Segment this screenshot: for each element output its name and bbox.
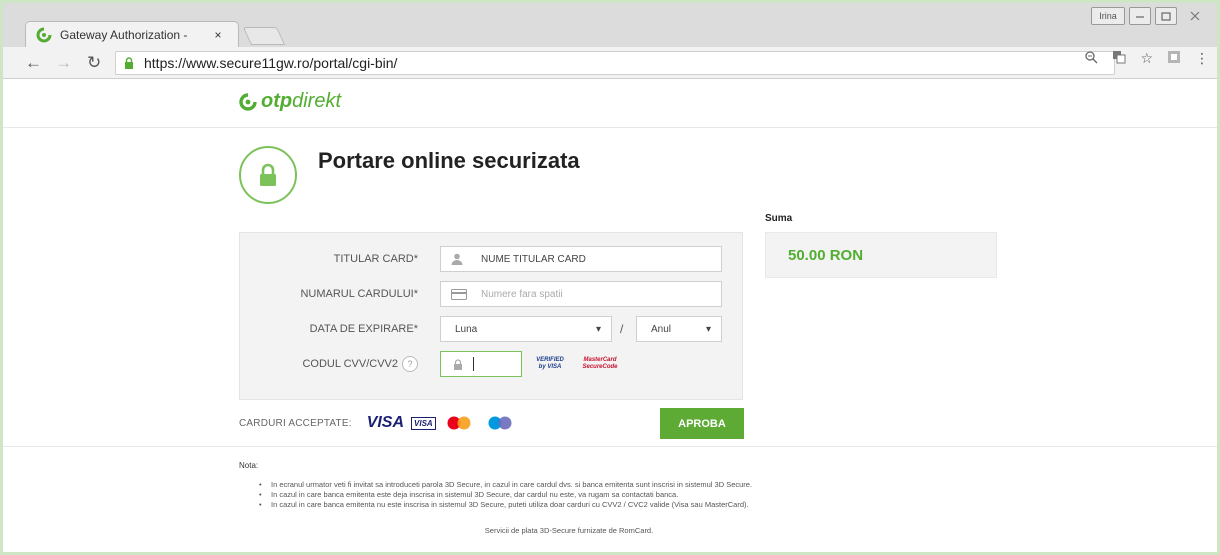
visa-electron-logo: VISA	[411, 416, 436, 430]
reload-icon[interactable]: ↻	[87, 53, 101, 73]
forward-arrow-icon[interactable]: →	[55, 53, 72, 73]
cvv-input[interactable]	[440, 351, 522, 377]
note-item: In ecranul urmator veti fi invitat sa in…	[259, 480, 999, 490]
otp-favicon-icon	[36, 27, 52, 42]
year-value: Anul	[651, 323, 672, 335]
minimize-button[interactable]	[1129, 7, 1151, 25]
translate-icon[interactable]	[1112, 50, 1126, 67]
holder-row: TITULAR CARD* NUME TITULAR CARD	[240, 246, 744, 272]
section-divider	[3, 446, 1217, 447]
user-icon	[451, 253, 469, 265]
amount-value: 50.00 RON	[788, 247, 864, 264]
close-window-button[interactable]	[1181, 7, 1209, 25]
padlock-icon	[260, 163, 276, 186]
window-controls: Irina	[1091, 7, 1209, 25]
otpdirekt-logo: otp direkt	[239, 90, 341, 113]
maximize-icon	[1161, 11, 1171, 21]
expiry-separator: /	[620, 322, 624, 336]
tab-close-icon[interactable]: ×	[210, 28, 226, 42]
cvv-row: CODUL CVV/CVV2? VERIFIED by VISA MasterC…	[240, 351, 744, 377]
maximize-button[interactable]	[1155, 7, 1177, 25]
site-header: otp direkt	[3, 80, 1217, 128]
accepted-cards: CARDURI ACCEPTATE: VISA VISA	[239, 414, 518, 432]
notes-list: In ecranul urmator veti fi invitat sa in…	[239, 480, 999, 510]
new-tab-button[interactable]	[242, 27, 286, 45]
chevron-down-icon: ▾	[595, 323, 601, 335]
toolbar-actions: ☆ ⋮	[1084, 50, 1209, 67]
zoom-icon[interactable]	[1084, 50, 1098, 67]
page-title: Portare online securizata	[318, 148, 580, 173]
logo-direkt: direkt	[292, 90, 341, 112]
notes-section: Nota: In ecranul urmator veti fi invitat…	[239, 461, 999, 535]
profile-button[interactable]: Irina	[1091, 7, 1125, 25]
notes-title: Nota:	[239, 461, 259, 470]
back-arrow-icon[interactable]: ←	[25, 53, 42, 73]
bookmark-star-icon[interactable]: ☆	[1140, 50, 1153, 67]
cvv-label: CODUL CVV/CVV2?	[240, 356, 428, 372]
approve-button[interactable]: APROBA	[660, 408, 744, 439]
address-bar[interactable]: https://www.secure11gw.ro/portal/cgi-bin…	[115, 51, 1115, 75]
note-item: In cazul in care banca emitenta nu este …	[259, 500, 999, 510]
browser-titlebar: Gateway Authorization - × Irina	[3, 3, 1217, 47]
chevron-down-icon: ▾	[705, 323, 711, 335]
expiry-year-select[interactable]: Anul ▾	[636, 316, 722, 342]
mastercard-securecode-logo: MasterCard SecureCode	[582, 357, 618, 370]
extension-icon[interactable]	[1167, 50, 1181, 67]
browser-tab[interactable]: Gateway Authorization - ×	[25, 21, 239, 47]
payment-page: otp direkt Portare online securizata Suma…	[3, 80, 1217, 552]
holder-value: NUME TITULAR CARD	[481, 253, 586, 265]
holder-input[interactable]: NUME TITULAR CARD	[440, 246, 722, 272]
url-text: https://www.secure11gw.ro/portal/cgi-bin…	[144, 55, 398, 71]
card-number-placeholder: Numere fara spatii	[481, 288, 563, 300]
maestro-logo-icon	[488, 416, 512, 430]
close-icon	[1190, 11, 1200, 21]
card-number-input[interactable]: Numere fara spatii	[440, 281, 722, 307]
cvv-label-text: CODUL CVV/CVV2	[302, 358, 398, 370]
cvv-help-icon[interactable]: ?	[402, 356, 418, 372]
accepted-cards-label: CARDURI ACCEPTATE:	[239, 417, 352, 429]
minimize-icon	[1136, 16, 1144, 18]
otp-logo-icon	[239, 92, 257, 111]
small-lock-icon	[454, 358, 462, 370]
browser-window: Gateway Authorization - × Irina ← → ↻ ht…	[0, 0, 1220, 555]
secure-lock-icon	[125, 57, 133, 69]
number-label: NUMARUL CARDULUI*	[300, 288, 418, 300]
month-value: Luna	[455, 323, 478, 335]
provider-footer: Servicii de plata 3D-Secure furnizate de…	[484, 526, 654, 535]
secure-badge	[239, 146, 297, 204]
number-row: NUMARUL CARDULUI* Numere fara spatii	[240, 281, 744, 307]
note-item: In cazul in care banca emitenta este dej…	[259, 490, 999, 500]
expiry-row: DATA DE EXPIRARE* Luna ▾ / Anul ▾	[240, 316, 744, 342]
mastercard-logo-icon	[447, 416, 471, 430]
amount-box: 50.00 RON	[765, 232, 997, 278]
credit-card-icon	[451, 288, 469, 300]
text-cursor	[473, 357, 474, 371]
menu-dots-icon[interactable]: ⋮	[1195, 50, 1209, 67]
verified-by-visa-logo: VERIFIED by VISA	[536, 357, 564, 370]
card-form: TITULAR CARD* NUME TITULAR CARD NUMARUL …	[239, 232, 743, 400]
holder-label: TITULAR CARD*	[333, 253, 418, 265]
expiry-label: DATA DE EXPIRARE*	[309, 323, 418, 335]
tab-title: Gateway Authorization -	[60, 27, 188, 42]
expiry-month-select[interactable]: Luna ▾	[440, 316, 612, 342]
amount-label: Suma	[765, 213, 793, 224]
browser-toolbar: ← → ↻ https://www.secure11gw.ro/portal/c…	[3, 47, 1217, 79]
visa-logo: VISA	[366, 414, 405, 431]
logo-otp: otp	[261, 90, 293, 112]
